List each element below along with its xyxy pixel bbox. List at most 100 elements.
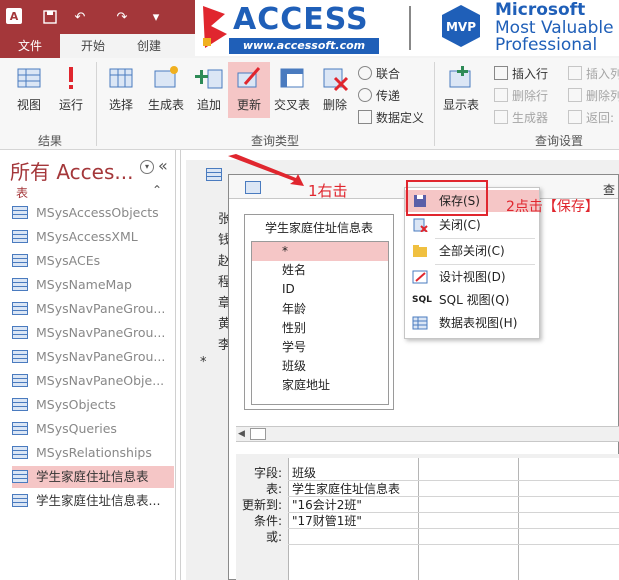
- nav-table-item[interactable]: MSysAccessObjects: [12, 202, 174, 224]
- run-icon: [69, 67, 73, 89]
- nav-table-item-label: MSysAccessXML: [36, 229, 138, 244]
- scroll-left-icon[interactable]: ◀: [238, 429, 245, 439]
- nav-table-item-label: MSysNavPaneGrou...: [36, 349, 166, 364]
- nav-table-item[interactable]: MSysAccessXML: [12, 226, 174, 248]
- nav-table-item-label: MSysQueries: [36, 421, 117, 436]
- qbe-column[interactable]: [418, 458, 518, 580]
- menu-item-close-all[interactable]: 全部关闭(C): [405, 240, 539, 262]
- update-pencil-icon: [237, 67, 261, 88]
- data-definition-button[interactable]: 数据定义: [358, 108, 424, 128]
- redo-icon[interactable]: ↷: [112, 7, 132, 27]
- union-button[interactable]: 联合: [358, 64, 400, 84]
- tab-create[interactable]: 创建: [124, 34, 174, 58]
- crosstab-label: 交叉表: [273, 98, 310, 112]
- make-table-button[interactable]: 生成表: [144, 62, 188, 118]
- annotation-step-1: 1右击: [308, 182, 348, 200]
- group-query-type-label: 查询类型: [250, 134, 299, 148]
- nav-section-tables[interactable]: 表: [16, 184, 28, 201]
- nav-table-item-label: MSysNavPaneGrou...: [36, 301, 166, 316]
- nav-table-item-label: MSysRelationships: [36, 445, 152, 460]
- nav-filter-dropdown-icon[interactable]: ▾: [140, 160, 154, 174]
- update-button[interactable]: 更新: [228, 62, 270, 118]
- select-query-button[interactable]: 选择: [100, 62, 142, 118]
- nav-table-item[interactable]: MSysNavPaneGrou...: [12, 322, 174, 344]
- insert-rows-button[interactable]: 插入行: [494, 64, 548, 84]
- scrollbar-thumb[interactable]: [250, 428, 266, 440]
- nav-table-item[interactable]: MSysNavPaneGrou...: [12, 346, 174, 368]
- nav-pane-header[interactable]: 所有 Acces...: [10, 156, 133, 185]
- qbe-label-table: 表:: [265, 482, 282, 496]
- tab-file[interactable]: 文件: [0, 34, 60, 58]
- table-field-list[interactable]: 学生家庭住址信息表 * 姓名 ID 年龄 性别 学号 班级 家庭地址: [244, 214, 394, 410]
- menu-item-sql-view[interactable]: SQL SQL 视图(Q): [405, 289, 539, 311]
- qbe-column[interactable]: [518, 458, 619, 580]
- nav-table-item[interactable]: 学生家庭住址信息表...: [12, 490, 174, 512]
- menu-item-datasheet-view[interactable]: 数据表视图(H): [405, 312, 539, 334]
- menu-item-design-view[interactable]: 设计视图(D): [405, 266, 539, 288]
- field-list-item[interactable]: ID: [252, 280, 388, 299]
- table-icon: [12, 422, 28, 435]
- nav-table-item[interactable]: MSysACEs: [12, 250, 174, 272]
- menu-design-view-label: 设计视图(D): [439, 270, 506, 284]
- globe-icon: [358, 88, 372, 102]
- show-table-button[interactable]: 显示表: [438, 62, 484, 118]
- insert-columns-label: 插入列: [586, 67, 619, 81]
- crosstab-button[interactable]: 交叉表: [270, 62, 314, 118]
- qbe-label-field: 字段:: [253, 466, 282, 480]
- nav-table-item[interactable]: MSysNavPaneGrou...: [12, 298, 174, 320]
- passthrough-button[interactable]: 传递: [358, 86, 400, 106]
- delete-rows-icon: [494, 88, 508, 102]
- nav-table-item[interactable]: 学生家庭住址信息表: [12, 466, 174, 488]
- update-label: 更新: [236, 98, 261, 112]
- field-list-item[interactable]: 学号: [252, 338, 388, 357]
- menu-separator: [435, 264, 535, 265]
- delete-columns-button[interactable]: 删除列: [568, 86, 619, 106]
- field-list-item[interactable]: 姓名: [252, 261, 388, 280]
- qbe-field-value[interactable]: 班级: [292, 464, 316, 481]
- nav-table-item-label: 学生家庭住址信息表...: [36, 493, 161, 508]
- builder-wand-icon: [494, 110, 508, 124]
- tab-home[interactable]: 开始: [68, 34, 118, 58]
- builder-label: 生成器: [512, 111, 549, 125]
- horizontal-scrollbar[interactable]: ◀: [236, 426, 619, 442]
- nav-table-item[interactable]: MSysRelationships: [12, 442, 174, 464]
- qbe-table-value[interactable]: 学生家庭住址信息表: [292, 480, 400, 497]
- field-list-item[interactable]: 性别: [252, 319, 388, 338]
- insert-columns-button[interactable]: 插入列: [568, 64, 619, 84]
- return-selector[interactable]: 返回:: [568, 108, 614, 128]
- nav-table-item-label: MSysNameMap: [36, 277, 132, 292]
- qbe-criteria-value[interactable]: "17财管1班": [292, 512, 362, 529]
- field-list-item[interactable]: 年龄: [252, 300, 388, 319]
- annotation-arrow-icon: [228, 154, 304, 186]
- mvp-professional: Professional: [495, 35, 598, 55]
- run-button[interactable]: 运行: [50, 62, 92, 118]
- select-label: 选择: [108, 98, 133, 112]
- nav-collapse-icon[interactable]: «: [158, 156, 168, 175]
- nav-table-item[interactable]: MSysNavPaneObje...: [12, 370, 174, 392]
- table-icon: [12, 278, 28, 291]
- nav-table-item[interactable]: MSysObjects: [12, 394, 174, 416]
- menu-separator: [435, 238, 535, 239]
- table-icon: [12, 206, 28, 219]
- append-button[interactable]: 追加: [188, 62, 230, 118]
- qbe-update-to-value[interactable]: "16会计2班": [292, 496, 362, 513]
- delete-rows-button[interactable]: 删除行: [494, 86, 548, 106]
- section-collapse-icon[interactable]: ⌃: [152, 183, 162, 197]
- customize-qat-icon[interactable]: ▾: [146, 7, 166, 27]
- group-separator: [434, 62, 435, 146]
- nav-table-item[interactable]: MSysNameMap: [12, 274, 174, 296]
- append-label: 追加: [196, 98, 221, 112]
- show-table-icon: [449, 66, 471, 88]
- menu-item-close[interactable]: 关闭(C): [405, 214, 539, 236]
- delete-query-button[interactable]: 删除: [314, 62, 356, 118]
- field-list-item[interactable]: 家庭地址: [252, 376, 388, 395]
- save-icon[interactable]: [40, 7, 60, 27]
- view-button[interactable]: 视图: [8, 62, 50, 118]
- nav-table-item-label: MSysObjects: [36, 397, 116, 412]
- builder-button[interactable]: 生成器: [494, 108, 548, 128]
- field-list-item[interactable]: 班级: [252, 357, 388, 376]
- undo-icon[interactable]: ↶: [70, 7, 90, 27]
- annotation-step-2: 2点击【保存】: [506, 199, 599, 215]
- field-list-item[interactable]: *: [252, 242, 388, 261]
- nav-table-item[interactable]: MSysQueries: [12, 418, 174, 440]
